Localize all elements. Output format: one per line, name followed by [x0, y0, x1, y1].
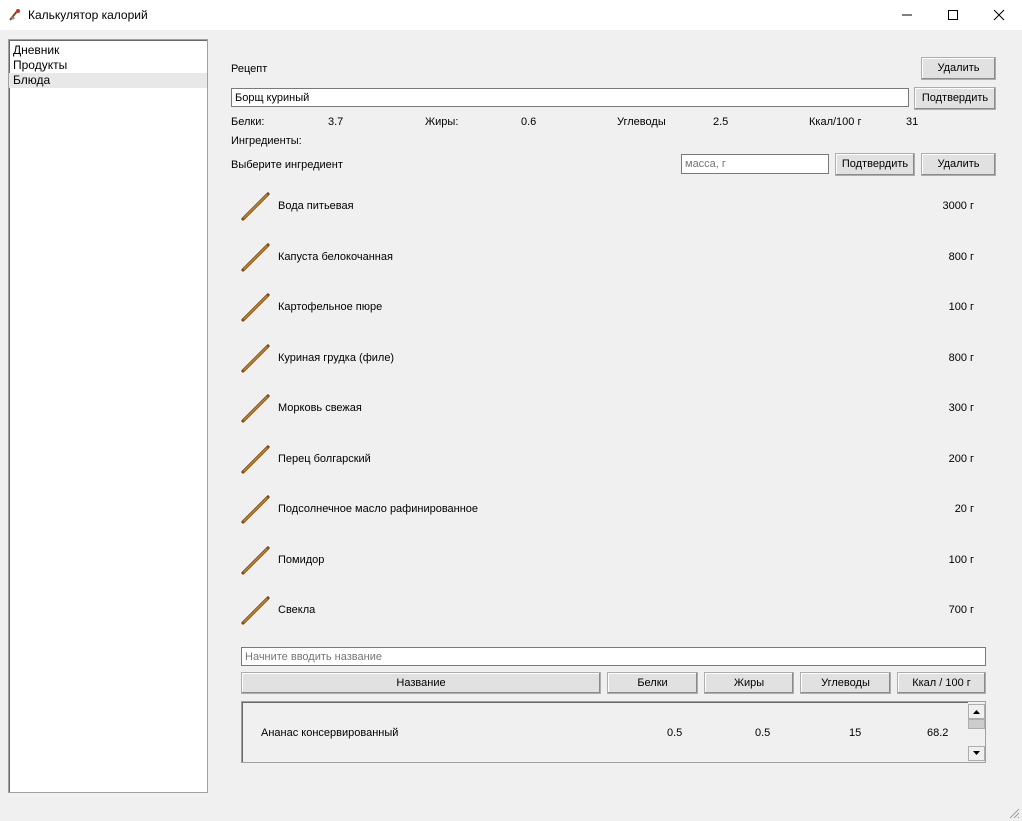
ingredient-row[interactable]: Куриная грудка (филе) 800 г — [240, 338, 990, 388]
ingredient-icon — [241, 495, 270, 524]
ingredient-mass: 800 г — [948, 250, 974, 263]
ingredient-mass: 3000 г — [942, 200, 974, 212]
ingredient-icon — [241, 192, 270, 221]
scroll-down-button[interactable] — [968, 746, 985, 761]
close-button[interactable] — [976, 0, 1022, 30]
product-search-input[interactable] — [241, 647, 986, 666]
ingredients-label: Ингредиенты: — [231, 135, 302, 147]
ingredient-row[interactable]: Капуста белокочанная 800 г — [240, 237, 990, 287]
nav-item[interactable]: Блюда — [9, 73, 207, 88]
ingredient-mass: 100 г — [948, 553, 974, 566]
ingredient-name: Морковь свежая — [278, 402, 362, 414]
column-header-carbs[interactable]: Углеводы — [800, 672, 891, 694]
ingredient-name: Свекла — [278, 604, 316, 616]
carbs-value: 2.5 — [713, 116, 729, 128]
ingredient-name: Перец болгарский — [278, 452, 371, 465]
table-scrollbar[interactable] — [968, 702, 985, 762]
ingredient-row[interactable]: Вода питьевая 3000 г — [240, 186, 990, 236]
confirm-ingredient-button[interactable]: Подтвердить — [835, 153, 915, 176]
ingredient-row[interactable]: Картофельное пюре 100 г — [240, 287, 990, 337]
ingredient-name: Капуста белокочанная — [278, 250, 393, 263]
title-bar: Калькулятор калорий — [0, 0, 1022, 30]
column-header-kcal[interactable]: Ккал / 100 г — [897, 672, 986, 694]
ingredient-name: Куриная грудка (филе) — [278, 351, 395, 364]
fat-value: 0.6 — [521, 116, 537, 128]
ingredient-row[interactable]: Морковь свежая 300 г — [240, 388, 990, 438]
ingredient-icon — [241, 293, 270, 322]
products-table[interactable]: Ананас консервированный 0.5 0.5 15 68.2 — [241, 701, 986, 763]
maximize-button[interactable] — [930, 0, 976, 30]
ingredient-row[interactable]: Перец болгарский 200 г — [240, 439, 990, 489]
close-icon — [993, 9, 1005, 21]
row-carbs: 15 — [849, 727, 862, 739]
carbs-label: Углеводы — [617, 116, 666, 128]
mass-input[interactable] — [681, 154, 829, 174]
ingredient-mass: 100 г — [948, 301, 974, 313]
protein-label: Белки: — [231, 116, 265, 128]
column-header-name[interactable]: Название — [241, 672, 601, 694]
ingredient-mass: 700 г — [948, 604, 974, 616]
arrow-down-icon — [973, 751, 980, 755]
minimize-icon — [902, 14, 912, 16]
ingredient-row[interactable]: Помидор 100 г — [240, 540, 990, 590]
ingredient-mass: 20 г — [954, 503, 974, 515]
ingredient-mass: 200 г — [948, 452, 974, 465]
confirm-recipe-button[interactable]: Подтвердить — [914, 87, 996, 110]
ingredient-name: Вода питьевая — [278, 200, 354, 212]
ingredient-name: Помидор — [278, 553, 325, 566]
ingredient-icon — [241, 242, 270, 272]
ingredient-icon — [241, 545, 270, 575]
ingredient-row[interactable]: Свекла 700 г — [240, 590, 990, 640]
scroll-thumb[interactable] — [968, 719, 985, 729]
ingredient-icon — [241, 444, 270, 474]
recipe-label: Рецепт — [231, 63, 268, 75]
kcal-value: 31 — [906, 116, 919, 128]
kcal-label: Ккал/100 г — [809, 116, 862, 128]
ingredient-name: Подсолнечное масло рафинированное — [278, 503, 479, 515]
delete-recipe-button[interactable]: Удалить — [921, 57, 996, 80]
minimize-button[interactable] — [884, 0, 930, 30]
arrow-up-icon — [973, 710, 980, 714]
recipe-name-input[interactable] — [231, 88, 909, 107]
column-header-fat[interactable]: Жиры — [704, 672, 794, 694]
ingredient-mass: 300 г — [948, 402, 974, 414]
maximize-icon — [948, 10, 958, 20]
ingredient-row[interactable]: Подсолнечное масло рафинированное 20 г — [240, 489, 990, 539]
navigation-list[interactable]: Дневник Продукты Блюда — [8, 39, 208, 793]
ingredient-name: Картофельное пюре — [278, 301, 383, 313]
delete-ingredient-button[interactable]: Удалить — [921, 153, 996, 176]
ingredient-mass: 800 г — [948, 351, 974, 364]
row-fat: 0.5 — [755, 727, 771, 739]
window-title: Калькулятор калорий — [28, 8, 148, 22]
ingredient-icon — [241, 596, 270, 625]
nav-item[interactable]: Дневник — [9, 43, 207, 58]
choose-ingredient-label: Выберите ингредиент — [231, 159, 343, 171]
nav-item[interactable]: Продукты — [9, 58, 207, 73]
ingredient-icon — [241, 343, 270, 373]
row-protein: 0.5 — [667, 727, 683, 739]
ingredient-icon — [241, 394, 270, 423]
protein-value: 3.7 — [328, 116, 344, 128]
row-name: Ананас консервированный — [261, 727, 399, 739]
row-kcal: 68.2 — [927, 727, 949, 739]
column-header-protein[interactable]: Белки — [607, 672, 698, 694]
resize-grip-icon[interactable] — [1008, 807, 1020, 819]
scroll-up-button[interactable] — [968, 704, 985, 719]
fat-label: Жиры: — [425, 116, 459, 128]
app-icon — [9, 9, 20, 21]
